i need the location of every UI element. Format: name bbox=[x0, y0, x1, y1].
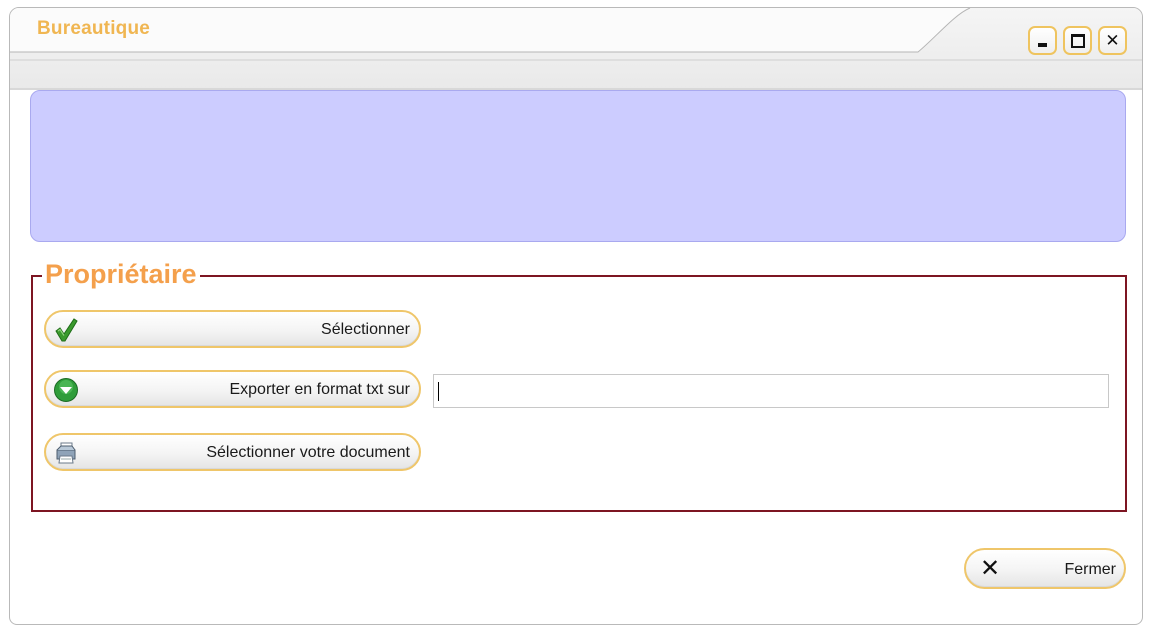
minimize-button[interactable] bbox=[1028, 26, 1057, 55]
text-caret bbox=[438, 382, 439, 401]
close-x-icon: ✕ bbox=[980, 555, 1001, 582]
close-icon: ✕ bbox=[1105, 31, 1120, 50]
select-button[interactable]: Sélectionner bbox=[44, 310, 421, 348]
close-button-label: Fermer bbox=[1064, 561, 1116, 578]
export-button-label: Exporter en format txt sur bbox=[229, 381, 410, 398]
owner-group-title: Propriétaire bbox=[42, 258, 200, 290]
application-window: Bureautique ✕ Propriétaire Sélectionner … bbox=[9, 7, 1143, 625]
maximize-button[interactable] bbox=[1063, 26, 1092, 55]
export-path-input[interactable] bbox=[433, 374, 1109, 408]
select-document-button-label: Sélectionner votre document bbox=[206, 444, 410, 461]
green-down-arrow-icon bbox=[54, 378, 78, 402]
close-button[interactable]: ✕ Fermer bbox=[964, 548, 1126, 589]
maximize-icon bbox=[1070, 33, 1085, 48]
close-window-button[interactable]: ✕ bbox=[1098, 26, 1127, 55]
window-title: Bureautique bbox=[37, 18, 151, 39]
header-banner bbox=[30, 90, 1126, 242]
title-bar[interactable]: Bureautique ✕ bbox=[10, 8, 1142, 90]
minimize-icon bbox=[1038, 43, 1047, 47]
checkmark-icon bbox=[55, 318, 78, 342]
export-button[interactable]: Exporter en format txt sur bbox=[44, 370, 421, 408]
select-document-button[interactable]: Sélectionner votre document bbox=[44, 433, 421, 471]
printer-icon bbox=[56, 442, 76, 464]
title-tab-shape bbox=[10, 8, 1142, 90]
select-button-label: Sélectionner bbox=[321, 321, 410, 338]
